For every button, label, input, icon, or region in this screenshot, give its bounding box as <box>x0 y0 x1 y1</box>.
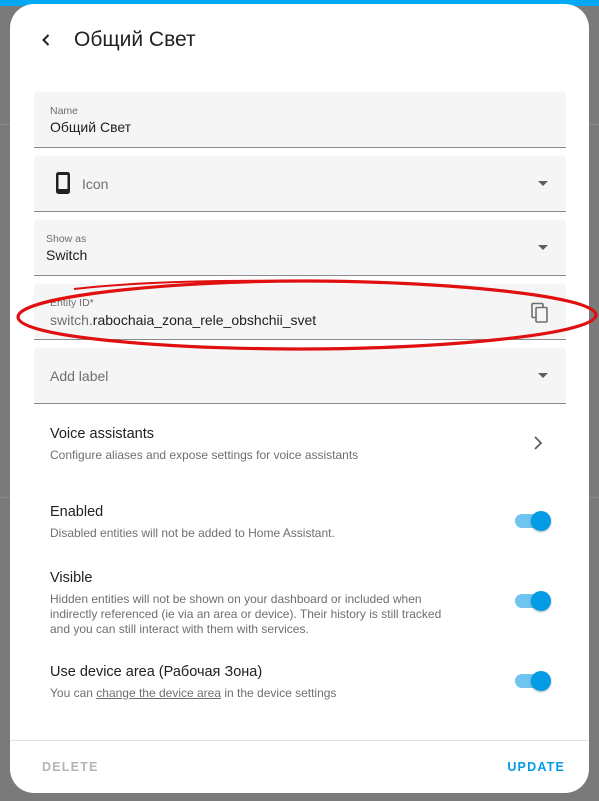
show-as-select[interactable]: Show as Switch <box>34 220 566 276</box>
visible-toggle[interactable] <box>513 591 551 611</box>
device-area-subtitle-post: in the device settings <box>221 686 337 700</box>
voice-assistants-row[interactable]: Voice assistants Configure aliases and e… <box>50 426 550 463</box>
visible-row: Visible Hidden entities will not be show… <box>50 570 550 637</box>
enabled-toggle[interactable] <box>513 511 551 531</box>
back-button[interactable] <box>28 22 64 58</box>
add-label-select[interactable]: Add label <box>34 348 566 404</box>
toggle-thumb <box>531 591 551 611</box>
device-area-toggle[interactable] <box>513 671 551 691</box>
visible-title: Visible <box>50 570 93 586</box>
visible-subtitle-line: indirectly referenced (ie via an area or… <box>50 607 442 621</box>
highlight-ellipse-annotation <box>16 279 598 351</box>
enabled-subtitle: Disabled entities will not be added to H… <box>50 526 335 540</box>
arrow-left-icon <box>42 34 50 46</box>
voice-assistants-title: Voice assistants <box>50 426 154 442</box>
device-area-row: Use device area (Рабочая Зона) You can c… <box>50 664 550 701</box>
name-field[interactable]: Name Общий Свет <box>34 92 566 148</box>
toggle-thumb <box>531 511 551 531</box>
device-area-title: Use device area (Рабочая Зона) <box>50 664 263 680</box>
icon-field-placeholder: Icon <box>82 176 109 192</box>
dropdown-arrow-icon[interactable] <box>538 245 548 250</box>
cellphone-icon <box>52 170 74 196</box>
name-field-value: Общий Свет <box>50 119 132 135</box>
entity-settings-dialog: Общий Свет Name Общий Свет Icon Show as … <box>10 4 589 793</box>
enabled-title: Enabled <box>50 504 104 520</box>
dialog-title: Общий Свет <box>74 28 196 51</box>
voice-assistants-subtitle: Configure aliases and expose settings fo… <box>50 448 359 462</box>
device-area-subtitle: You can change the device area in the de… <box>50 686 550 701</box>
icon-picker-field[interactable]: Icon <box>34 156 566 212</box>
change-device-area-link[interactable]: change the device area <box>96 686 221 700</box>
show-as-label: Show as <box>46 233 87 245</box>
add-label-placeholder: Add label <box>50 368 109 384</box>
name-field-label: Name <box>50 105 79 117</box>
footer-divider <box>10 740 589 741</box>
visible-subtitle-line: and you can still interact with them wit… <box>50 622 309 636</box>
dropdown-arrow-icon[interactable] <box>538 373 548 378</box>
show-as-value: Switch <box>46 247 88 263</box>
delete-button[interactable]: DELETE <box>42 760 99 774</box>
update-button[interactable]: UPDATE <box>507 760 565 774</box>
toggle-thumb <box>531 671 551 691</box>
dropdown-arrow-icon[interactable] <box>538 181 548 186</box>
visible-subtitle-line: Hidden entities will not be shown on you… <box>50 592 422 606</box>
enabled-row: Enabled Disabled entities will not be ad… <box>50 504 550 541</box>
visible-subtitle: Hidden entities will not be shown on you… <box>50 592 550 637</box>
device-area-subtitle-pre: You can <box>50 686 97 700</box>
chevron-right-icon[interactable] <box>531 435 545 451</box>
